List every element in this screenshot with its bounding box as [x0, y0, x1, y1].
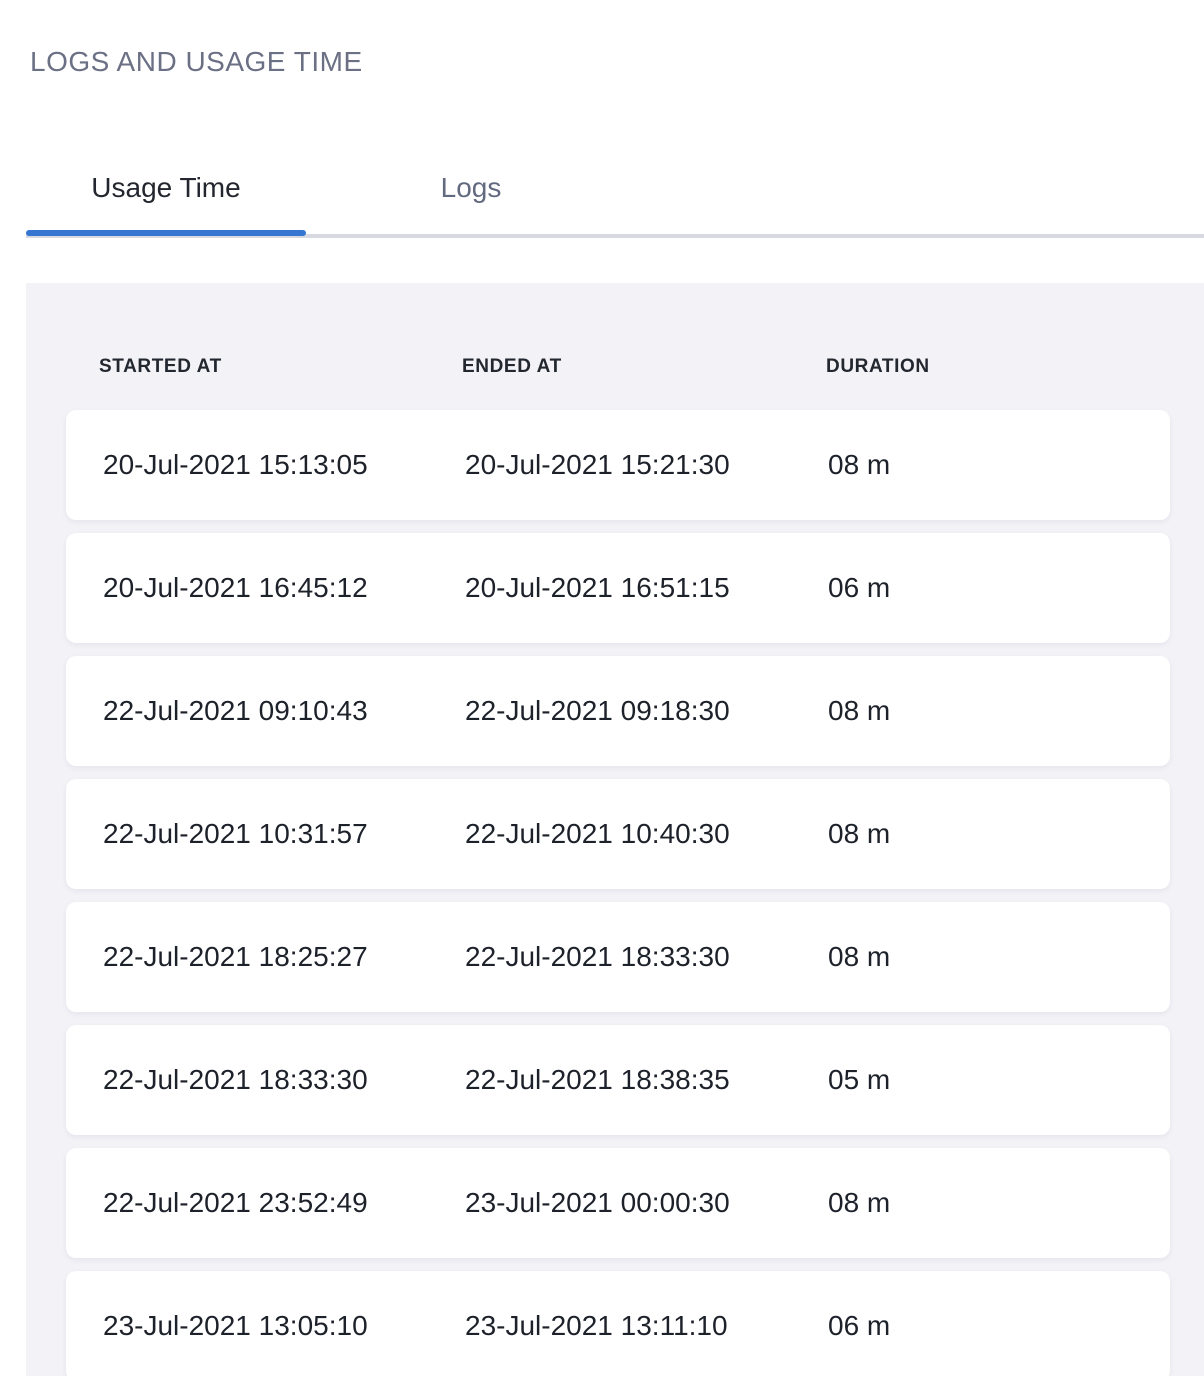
row-duration: 08 m [828, 941, 1170, 973]
tab-usage-time-label: Usage Time [91, 172, 240, 203]
row-ended-at: 20-Jul-2021 15:21:30 [465, 449, 828, 481]
row-duration: 08 m [828, 818, 1170, 850]
tab-logs-label: Logs [441, 172, 502, 203]
tab-usage-time[interactable]: Usage Time [26, 166, 306, 210]
tab-bar: Usage Time Logs [0, 160, 1204, 238]
table-header-row: STARTED AT ENDED AT DURATION [26, 356, 1204, 378]
page-title: LOGS AND USAGE TIME [30, 46, 363, 78]
row-ended-at: 20-Jul-2021 16:51:15 [465, 572, 828, 604]
row-duration: 08 m [828, 695, 1170, 727]
row-started-at: 22-Jul-2021 23:52:49 [103, 1187, 465, 1219]
row-ended-at: 22-Jul-2021 18:33:30 [465, 941, 828, 973]
row-duration: 05 m [828, 1064, 1170, 1096]
row-ended-at: 22-Jul-2021 10:40:30 [465, 818, 828, 850]
row-started-at: 20-Jul-2021 16:45:12 [103, 572, 465, 604]
row-duration: 06 m [828, 1310, 1170, 1342]
table-row: 22-Jul-2021 18:33:30 22-Jul-2021 18:38:3… [66, 1025, 1170, 1135]
row-duration: 06 m [828, 572, 1170, 604]
row-started-at: 23-Jul-2021 13:05:10 [103, 1310, 465, 1342]
row-duration: 08 m [828, 1187, 1170, 1219]
row-started-at: 20-Jul-2021 15:13:05 [103, 449, 465, 481]
usage-time-list: 20-Jul-2021 15:13:05 20-Jul-2021 15:21:3… [66, 410, 1170, 1376]
row-ended-at: 22-Jul-2021 09:18:30 [465, 695, 828, 727]
row-started-at: 22-Jul-2021 18:25:27 [103, 941, 465, 973]
active-tab-indicator [26, 230, 306, 236]
row-started-at: 22-Jul-2021 18:33:30 [103, 1064, 465, 1096]
table-row: 23-Jul-2021 13:05:10 23-Jul-2021 13:11:1… [66, 1271, 1170, 1376]
table-row: 22-Jul-2021 10:31:57 22-Jul-2021 10:40:3… [66, 779, 1170, 889]
table-row: 20-Jul-2021 16:45:12 20-Jul-2021 16:51:1… [66, 533, 1170, 643]
row-ended-at: 23-Jul-2021 00:00:30 [465, 1187, 828, 1219]
row-started-at: 22-Jul-2021 09:10:43 [103, 695, 465, 727]
usage-time-panel: STARTED AT ENDED AT DURATION 20-Jul-2021… [26, 283, 1204, 1376]
table-row: 20-Jul-2021 15:13:05 20-Jul-2021 15:21:3… [66, 410, 1170, 520]
column-header-ended-at: ENDED AT [462, 356, 826, 378]
table-row: 22-Jul-2021 23:52:49 23-Jul-2021 00:00:3… [66, 1148, 1170, 1258]
column-header-duration: DURATION [826, 356, 1204, 378]
row-duration: 08 m [828, 449, 1170, 481]
table-row: 22-Jul-2021 18:25:27 22-Jul-2021 18:33:3… [66, 902, 1170, 1012]
row-started-at: 22-Jul-2021 10:31:57 [103, 818, 465, 850]
row-ended-at: 23-Jul-2021 13:11:10 [465, 1310, 828, 1342]
table-row: 22-Jul-2021 09:10:43 22-Jul-2021 09:18:3… [66, 656, 1170, 766]
row-ended-at: 22-Jul-2021 18:38:35 [465, 1064, 828, 1096]
tab-logs[interactable]: Logs [306, 166, 636, 210]
column-header-started-at: STARTED AT [99, 356, 462, 378]
